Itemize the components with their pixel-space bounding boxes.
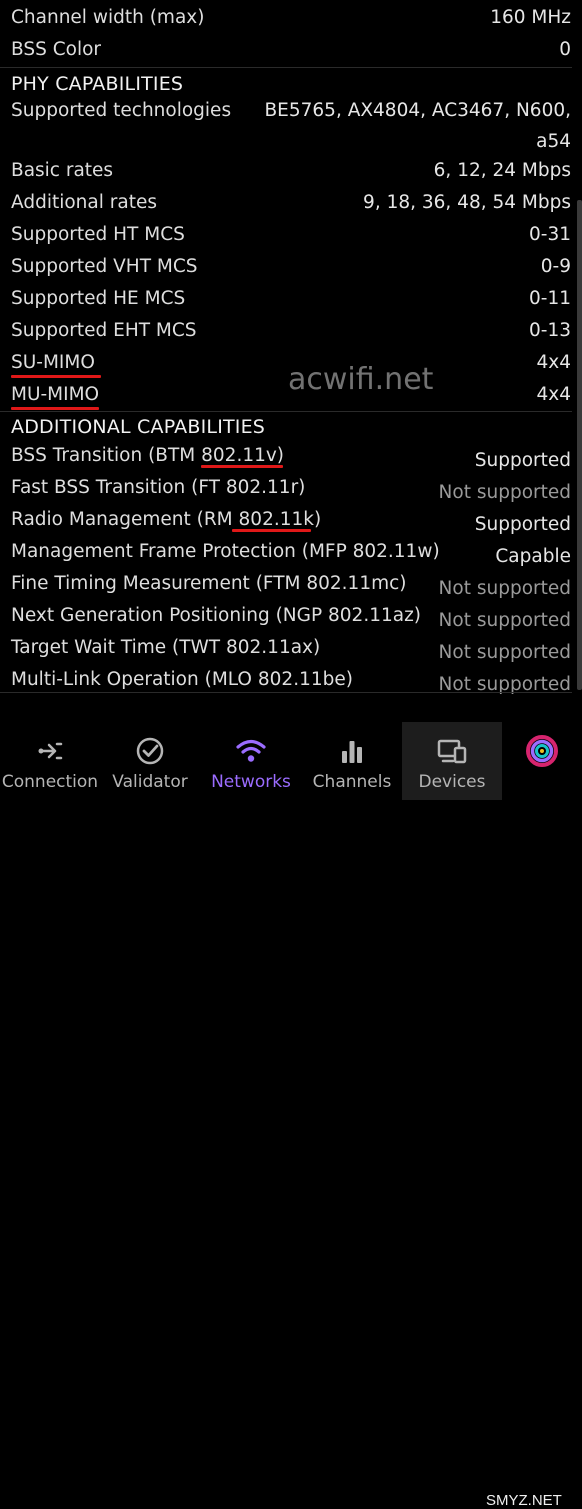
devices-icon <box>437 739 467 764</box>
red-underline-mu-mimo <box>11 407 99 410</box>
row-eht-mcs: Supported EHT MCS 0-13 <box>0 315 582 347</box>
nav-label: Channels <box>312 772 392 792</box>
row-value: 4x4 <box>536 352 572 373</box>
section-heading-phy: PHY CAPABILITIES <box>11 73 184 95</box>
red-underline-802-11k <box>232 529 311 532</box>
watermark: acwifi.net <box>288 362 434 397</box>
row-additional-rates: Additional rates 9, 18, 36, 48, 54 Mbps <box>0 187 582 219</box>
row-ngp: Next Generation Positioning (NGP 802.11a… <box>0 600 582 632</box>
row-ftm: Fine Timing Measurement (FTM 802.11mc) N… <box>0 568 582 600</box>
row-value: 160 MHz <box>490 7 571 28</box>
row-label: Supported HT MCS <box>11 224 185 245</box>
row-vht-mcs: Supported VHT MCS 0-9 <box>0 251 582 283</box>
row-fast-bss-transition: Fast BSS Transition (FT 802.11r) Not sup… <box>0 472 582 504</box>
row-label: BSS Color <box>11 39 102 60</box>
row-label: Target Wait Time (TWT 802.11ax) <box>11 637 321 658</box>
row-label: Supported HE MCS <box>11 288 186 309</box>
nav-connection[interactable]: Connection <box>0 722 100 800</box>
nav-label: Validator <box>112 772 188 792</box>
row-label: Additional rates <box>11 192 157 213</box>
row-he-mcs: Supported HE MCS 0-11 <box>0 283 582 315</box>
row-label: Management Frame Protection (MFP 802.11w… <box>11 541 440 562</box>
row-value: 9, 18, 36, 48, 54 Mbps <box>363 192 571 213</box>
row-value: 4x4 <box>536 384 572 405</box>
row-label: Fine Timing Measurement (FTM 802.11mc) <box>11 573 407 594</box>
row-value: 0-31 <box>529 224 571 245</box>
corner-watermark: SMYZ.NET <box>486 1492 562 1509</box>
row-value: Not supported <box>438 674 571 695</box>
bar-chart-icon <box>342 741 362 763</box>
row-basic-rates: Basic rates 6, 12, 24 Mbps <box>0 155 582 187</box>
nav-app-logo[interactable] <box>502 722 582 800</box>
nav-devices[interactable]: Devices <box>402 722 502 800</box>
scrollbar[interactable] <box>577 200 582 690</box>
row-bss-color: BSS Color 0 <box>0 34 582 66</box>
row-mfp: Management Frame Protection (MFP 802.11w… <box>0 536 582 568</box>
wifi-icon <box>236 739 266 762</box>
red-underline-802-11v <box>201 465 283 468</box>
row-bss-transition: BSS Transition (BTM 802.11v) Supported <box>0 440 582 472</box>
row-value: BE5765, AX4804, AC3467, N600, a54 <box>264 100 571 152</box>
row-ht-mcs: Supported HT MCS 0-31 <box>0 219 582 251</box>
row-label: Channel width (max) <box>11 7 205 28</box>
row-value: 0 <box>559 39 571 60</box>
row-channel-width: Channel width (max) 160 MHz <box>0 2 582 34</box>
row-label: Supported technologies <box>11 100 232 121</box>
row-value: 0-9 <box>540 256 571 277</box>
app-logo-icon <box>526 735 558 767</box>
nav-networks[interactable]: Networks <box>200 722 302 800</box>
red-underline-su-mimo <box>11 375 101 378</box>
row-label: Next Generation Positioning (NGP 802.11a… <box>11 605 422 626</box>
divider <box>0 411 572 412</box>
connection-icon <box>38 742 63 760</box>
details-list[interactable]: Channel width (max) 160 MHz BSS Color 0 … <box>0 0 582 700</box>
section-heading-additional: ADDITIONAL CAPABILITIES <box>11 416 266 438</box>
row-label: Supported VHT MCS <box>11 256 198 277</box>
nav-label: Connection <box>1 772 99 792</box>
validator-check-icon <box>136 737 164 765</box>
bottom-navigation: Connection Validator Networks Channels D… <box>0 722 582 1509</box>
nav-label: Networks <box>211 772 291 792</box>
row-label: Supported EHT MCS <box>11 320 197 341</box>
row-supported-technologies: Supported technologies BE5765, AX4804, A… <box>0 95 582 155</box>
nav-channels[interactable]: Channels <box>302 722 402 800</box>
divider <box>0 692 572 693</box>
row-label: Basic rates <box>11 160 114 181</box>
row-twt: Target Wait Time (TWT 802.11ax) Not supp… <box>0 632 582 664</box>
row-value: 0-11 <box>529 288 571 309</box>
row-value: 6, 12, 24 Mbps <box>433 160 571 181</box>
divider <box>0 67 572 68</box>
row-label: Fast BSS Transition (FT 802.11r) <box>11 477 306 498</box>
nav-validator[interactable]: Validator <box>100 722 200 800</box>
row-value: 0-13 <box>529 320 571 341</box>
nav-label: Devices <box>418 772 486 792</box>
